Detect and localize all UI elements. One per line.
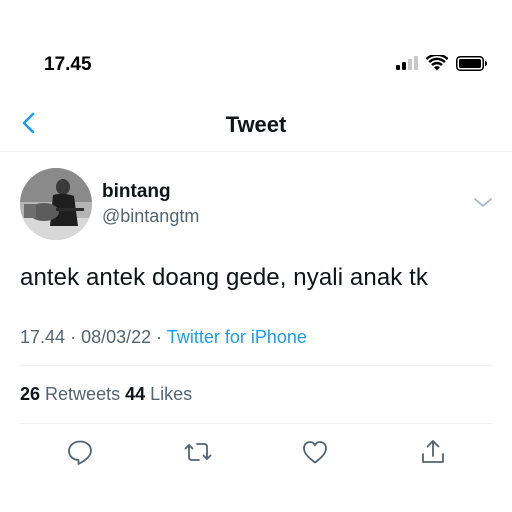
tweet-time: 17.44 bbox=[20, 327, 66, 347]
retweets-count[interactable]: 26 bbox=[20, 384, 40, 404]
page-title: Tweet bbox=[225, 112, 287, 137]
wifi-icon bbox=[426, 55, 448, 71]
like-icon[interactable] bbox=[300, 437, 330, 467]
divider bbox=[20, 365, 492, 366]
tweet-text: antek antek doang gede, nyali anak tk bbox=[20, 264, 428, 291]
status-time: 17.45 bbox=[44, 54, 92, 75]
reply-icon[interactable] bbox=[65, 437, 95, 467]
author-handle[interactable]: @bintangtm bbox=[102, 206, 199, 227]
chevron-down-icon[interactable] bbox=[472, 196, 494, 210]
meta-separator: · bbox=[156, 327, 167, 347]
likes-count[interactable]: 44 bbox=[125, 384, 145, 404]
author-name[interactable]: bintang bbox=[102, 181, 171, 203]
avatar[interactable] bbox=[20, 168, 92, 240]
tweet-meta: 17.44 · 08/03/22 · Twitter for iPhone bbox=[20, 327, 307, 348]
tweet-actions bbox=[0, 437, 512, 471]
status-bar: 17.45 bbox=[0, 0, 512, 100]
nav-bar: Tweet bbox=[0, 100, 512, 152]
retweet-icon[interactable] bbox=[183, 437, 213, 467]
status-icons bbox=[396, 55, 488, 71]
retweets-label[interactable]: Retweets bbox=[45, 384, 120, 404]
share-icon[interactable] bbox=[418, 437, 448, 467]
cellular-signal-icon bbox=[396, 56, 418, 70]
likes-label[interactable]: Likes bbox=[150, 384, 192, 404]
battery-icon bbox=[456, 55, 487, 71]
tweet-stats: 26 Retweets 44 Likes bbox=[20, 384, 192, 405]
meta-separator: · bbox=[70, 327, 82, 347]
tweet-source-link[interactable]: Twitter for iPhone bbox=[167, 327, 307, 347]
avatar-photo bbox=[20, 168, 92, 240]
tweet-date: 08/03/22 bbox=[81, 327, 152, 347]
divider bbox=[20, 423, 492, 424]
